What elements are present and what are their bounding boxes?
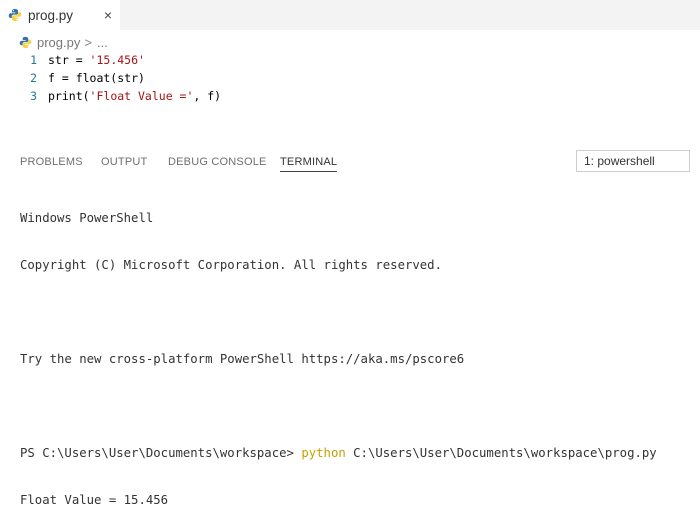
line-number: 1 xyxy=(30,53,37,67)
breadcrumb-separator: > xyxy=(84,34,92,50)
terminal-line: Copyright (C) Microsoft Corporation. All… xyxy=(20,258,442,272)
terminal-prompt: PS C:\Users\User\Documents\workspace> xyxy=(20,446,302,460)
close-icon[interactable]: × xyxy=(104,8,112,22)
terminal-line: Float Value = 15.456 xyxy=(20,493,169,507)
terminal-select[interactable]: 1: powershell xyxy=(576,150,690,172)
editor-tab-bar: prog.py × xyxy=(0,0,700,30)
breadcrumb-more[interactable]: ... xyxy=(97,35,108,50)
editor-tab-prog-py[interactable]: prog.py × xyxy=(0,0,121,30)
code-line: 3 print('Float Value =', f) xyxy=(0,87,700,105)
breadcrumb-file[interactable]: prog.py xyxy=(37,35,80,50)
tab-problems[interactable]: PROBLEMS xyxy=(20,153,83,171)
code-text: str = '15.456' xyxy=(48,53,145,67)
python-file-icon xyxy=(8,9,22,21)
line-number: 3 xyxy=(30,89,37,103)
code-line: 2 f = float(str) xyxy=(0,69,700,87)
tab-label: prog.py xyxy=(28,7,74,23)
terminal-line: Windows PowerShell xyxy=(20,211,154,225)
breadcrumb: prog.py > ... xyxy=(19,33,108,51)
terminal-command: python xyxy=(301,446,346,460)
terminal-command-arg: C:\Users\User\Documents\workspace\prog.p… xyxy=(345,446,657,460)
code-text: print('Float Value =', f) xyxy=(48,89,222,103)
tab-output[interactable]: OUTPUT xyxy=(101,153,147,171)
terminal-line: Try the new cross-platform PowerShell ht… xyxy=(20,352,465,366)
python-file-icon xyxy=(19,36,32,48)
tab-terminal[interactable]: TERMINAL xyxy=(280,153,338,172)
code-editor[interactable]: 1 str = '15.456' 2 f = float(str) 3 prin… xyxy=(0,51,700,105)
code-line: 1 str = '15.456' xyxy=(0,51,700,69)
terminal-output[interactable]: Windows PowerShell Copyright (C) Microso… xyxy=(20,181,657,524)
code-text: f = float(str) xyxy=(48,71,145,85)
line-number: 2 xyxy=(30,71,37,85)
terminal-command-line: PS C:\Users\User\Documents\workspace> py… xyxy=(20,444,657,463)
tab-debug-console[interactable]: DEBUG CONSOLE xyxy=(168,153,267,171)
